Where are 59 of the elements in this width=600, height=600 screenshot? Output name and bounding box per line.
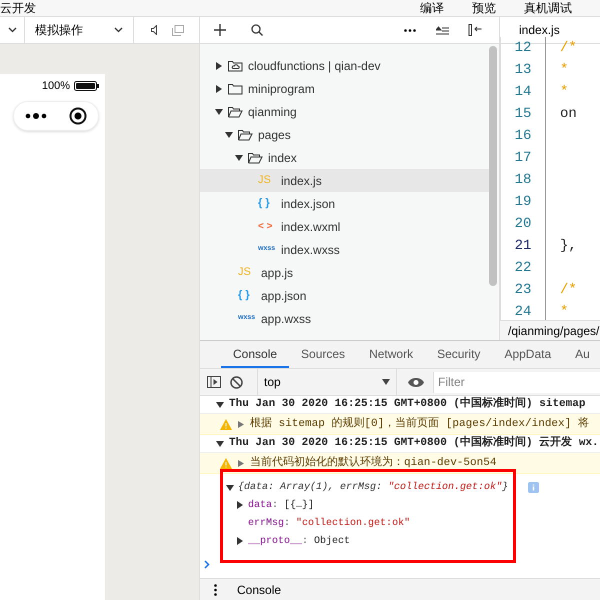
file-tree-item[interactable]: JS app.js xyxy=(200,261,489,284)
line-number: 16 xyxy=(514,126,532,146)
code-text: }, xyxy=(560,236,577,256)
editor-tab[interactable]: index.js xyxy=(519,21,560,39)
line-number: 17 xyxy=(514,148,532,168)
file-tree-item[interactable]: qianming xyxy=(200,100,489,123)
json-file-icon: { } xyxy=(258,195,270,212)
wxml-file-icon: < > xyxy=(258,219,272,234)
json-file-icon: { } xyxy=(238,287,250,304)
line-number: 12 xyxy=(514,38,532,58)
devtools-tab[interactable]: AppData xyxy=(492,341,564,368)
file-tree-item[interactable]: { } app.json xyxy=(200,284,489,307)
file-tree-item[interactable]: < > index.wxml xyxy=(200,215,489,238)
menu-item[interactable]: 编译 xyxy=(420,0,444,17)
menu-item[interactable]: 预览 xyxy=(472,0,496,17)
js-file-icon: JS xyxy=(258,172,271,189)
file-tree-item[interactable]: cloudfunctions | qian-dev xyxy=(200,54,489,77)
object-property[interactable]: __proto__: Object xyxy=(248,534,350,548)
file-tree-item[interactable]: index xyxy=(200,146,489,169)
file-path: /qianming/pages/ xyxy=(508,322,600,340)
line-number: 22 xyxy=(514,258,532,278)
line-number: 13 xyxy=(514,60,532,80)
file-tree-item[interactable]: { } index.json xyxy=(200,192,489,215)
file-tree-item[interactable]: miniprogram xyxy=(200,77,489,100)
js-file-icon: JS xyxy=(238,264,251,281)
code-text: /* xyxy=(560,280,577,300)
code-text: /* xyxy=(560,38,577,58)
line-number: 23 xyxy=(514,280,532,300)
code-text: * xyxy=(560,82,568,102)
warning-message: 根据 sitemap 的规则[0]，当前页面 [pages/index/index] 将 xyxy=(250,416,589,432)
battery-percentage: 100% xyxy=(42,79,70,94)
file-tree-item[interactable]: JS index.js xyxy=(200,169,489,192)
line-number: 15 xyxy=(514,104,532,124)
mode-dropdown[interactable]: 模拟操作 xyxy=(25,17,134,43)
line-number: 18 xyxy=(514,170,532,190)
filter-field[interactable]: Filter xyxy=(433,372,600,392)
file-tree-item[interactable]: pages xyxy=(200,123,489,146)
object-summary[interactable]: {data: Array(1), errMsg: "collection.get:ok"} xyxy=(238,480,508,495)
menu-item[interactable]: 云开发 xyxy=(0,0,36,17)
code-text: on xyxy=(560,104,577,124)
object-property[interactable]: data: [{…}] xyxy=(248,498,314,512)
console-group-header[interactable]: Thu Jan 30 2020 16:25:15 GMT+0800 (中国标准时间) 云开发 wx. xyxy=(229,435,599,452)
console-group-header[interactable]: Thu Jan 30 2020 16:25:15 GMT+0800 (中国标准时间) sitemap xyxy=(229,396,586,413)
warning-message: 当前代码初始化的默认环境为：qian-dev-5on54 xyxy=(250,454,496,471)
code-text: * xyxy=(560,60,568,80)
line-number: 14 xyxy=(514,82,532,102)
menu-item[interactable]: 真机调试 xyxy=(524,0,572,17)
drawer-tab[interactable]: Console xyxy=(237,580,282,598)
context-dropdown[interactable]: top xyxy=(257,369,397,395)
line-number: 21 xyxy=(514,236,532,256)
object-property[interactable]: errMsg: "collection.get:ok" xyxy=(248,516,410,530)
line-number: 20 xyxy=(514,214,532,234)
line-number: 19 xyxy=(514,192,532,212)
devtools-tab[interactable]: Sources xyxy=(289,341,358,368)
line-number: 24 xyxy=(514,302,532,320)
devtools-tab[interactable]: Security xyxy=(425,341,492,368)
devtools-tab[interactable]: Au xyxy=(563,341,600,368)
devtools-tab[interactable]: Network xyxy=(357,341,426,368)
code-text: * xyxy=(560,302,568,320)
